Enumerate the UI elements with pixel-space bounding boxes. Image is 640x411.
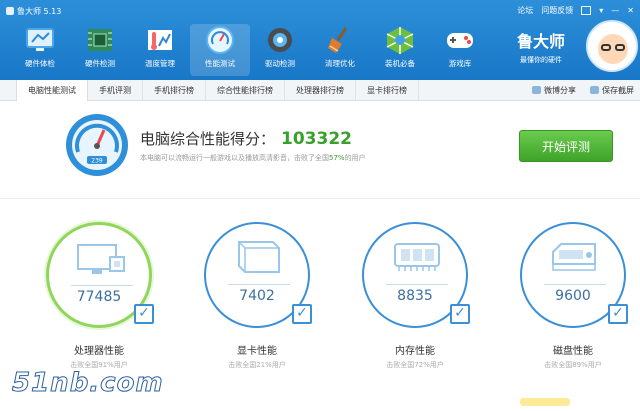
checkmark-icon: ✓	[292, 304, 312, 324]
tab-actions: 微博分享 保存截屏	[532, 80, 634, 101]
brand-slogan: 最懂你的硬件	[520, 56, 562, 64]
gamepad-icon	[447, 33, 473, 48]
window-title: 鲁大师 5.13	[6, 6, 61, 17]
hard-disk-icon	[552, 243, 596, 271]
gpu-score-rank: 击败全国21%用户	[228, 361, 286, 369]
score-desc-suffix: 的用户	[344, 154, 366, 162]
weibo-share-label: 微博分享	[544, 86, 576, 95]
nav-performance-test[interactable]: 性能测试	[190, 24, 250, 76]
window-title-text: 鲁大师 5.13	[17, 7, 62, 16]
checkmark-icon: ✓	[134, 304, 154, 324]
disk-score-value: 9600	[555, 288, 591, 304]
memory-score-card[interactable]: 8835 ✓ 内存性能 击败全国72%用户	[354, 222, 484, 402]
circuit-board-icon	[88, 29, 112, 51]
disk-score-card[interactable]: 9600 ✓ 磁盘性能 击败全国89%用户	[512, 222, 640, 402]
cpu-score-value: 77485	[76, 289, 122, 305]
checkmark-icon: ✓	[450, 304, 470, 324]
broom-icon	[328, 27, 348, 53]
weibo-share-button[interactable]: 微博分享	[532, 80, 576, 101]
nav-hardware-detect[interactable]: 硬件检测	[70, 24, 130, 76]
nav-label: 驱动检测	[265, 59, 295, 68]
tab-phone-review[interactable]: 手机评测	[88, 80, 143, 100]
thermometer-icon	[148, 30, 172, 50]
monitor-icon	[26, 28, 54, 51]
gpu-score-card[interactable]: 7402 ✓ 显卡性能 击败全国21%用户	[196, 222, 326, 402]
score-panel: 239 电脑综合性能得分： 103322 本电脑可以流畅运行一般游戏以及播放高清影…	[0, 102, 640, 198]
mascot-avatar-icon[interactable]	[586, 20, 638, 72]
performance-gauge-icon: 239	[66, 114, 128, 176]
gauge-readout: 239	[91, 158, 103, 165]
nav-cleanup[interactable]: 清理优化	[310, 24, 370, 76]
tab-gpu-ranking[interactable]: 显卡排行榜	[356, 80, 419, 100]
main-nav: 硬件体检 硬件检测 温度管理 性能测试 驱动检测 清理优化 装机必备 游戏库	[10, 24, 490, 76]
minimize-icon[interactable]: —	[611, 6, 619, 15]
nav-label: 硬件检测	[85, 59, 115, 68]
nav-label: 温度管理	[145, 59, 175, 68]
site-watermark: 51nb.com	[12, 368, 164, 399]
top-links: 论坛 问题反馈 ▾ — ✕	[517, 5, 634, 16]
score-label: 电脑综合性能得分：	[140, 130, 276, 148]
menu-icon[interactable]: ▾	[599, 6, 603, 15]
memory-score-value: 8835	[397, 288, 433, 304]
mascot-glasses-right	[615, 44, 625, 51]
package-icon	[386, 27, 414, 54]
tab-pc-performance[interactable]: 电脑性能测试	[16, 80, 88, 101]
disk-score-label: 磁盘性能	[553, 346, 593, 357]
corner-decoration	[520, 398, 570, 406]
save-screenshot-label: 保存截屏	[602, 86, 634, 95]
save-screenshot-button[interactable]: 保存截屏	[590, 80, 634, 101]
nav-temperature[interactable]: 温度管理	[130, 24, 190, 76]
close-icon[interactable]: ✕	[627, 6, 634, 15]
nav-hardware-checkup[interactable]: 硬件体检	[10, 24, 70, 76]
score-desc-prefix: 本电脑可以流畅运行一般游戏以及播放高清影音，击败了全国	[140, 154, 329, 162]
memory-module-icon	[394, 243, 440, 271]
ring-divider	[544, 284, 606, 285]
memory-score-label: 内存性能	[395, 346, 435, 357]
cpu-score-label: 处理器性能	[74, 346, 124, 357]
nav-label: 硬件体检	[25, 59, 55, 68]
cpu-monitor-icon	[77, 244, 125, 274]
nav-label: 清理优化	[325, 59, 355, 68]
ring-divider	[386, 284, 448, 285]
graphics-card-icon	[238, 241, 280, 273]
nav-label: 装机必备	[385, 59, 415, 68]
start-benchmark-button[interactable]: 开始评测	[519, 130, 613, 162]
ring-divider	[228, 284, 290, 285]
brand-name: 鲁大师	[517, 32, 566, 51]
score-desc-percent: 57%	[329, 154, 345, 162]
weibo-icon	[532, 86, 541, 94]
nav-driver-detect[interactable]: 驱动检测	[250, 24, 310, 76]
speedometer-icon	[206, 26, 234, 54]
score-description: 本电脑可以流畅运行一般游戏以及播放高清影音，击败了全国57%的用户	[140, 153, 366, 163]
gpu-score-label: 显卡性能	[237, 346, 277, 357]
memory-score-rank: 击败全国72%用户	[386, 361, 444, 369]
brand: 鲁大师 最懂你的硬件	[517, 28, 565, 65]
gear-icon	[268, 28, 292, 52]
tab-cpu-ranking[interactable]: 处理器排行榜	[285, 80, 356, 100]
tab-phone-ranking[interactable]: 手机排行榜	[143, 80, 206, 100]
nav-game-library[interactable]: 游戏库	[430, 24, 490, 76]
overall-score: 电脑综合性能得分： 103322	[140, 128, 352, 149]
title-bar: 鲁大师 5.13 论坛 问题反馈 ▾ — ✕ 硬件体检 硬件检测 温度管理 性能…	[0, 0, 640, 80]
mascot-glasses-left	[601, 44, 611, 51]
skin-icon[interactable]	[581, 6, 592, 15]
nav-label: 性能测试	[205, 59, 235, 68]
app-logo-icon	[6, 7, 14, 15]
score-value: 103322	[281, 129, 352, 149]
section-divider	[0, 198, 640, 199]
gpu-score-value: 7402	[239, 288, 275, 304]
tab-overall-ranking[interactable]: 综合性能排行榜	[206, 80, 285, 100]
nav-essentials[interactable]: 装机必备	[370, 24, 430, 76]
disk-score-rank: 击败全国89%用户	[544, 361, 602, 369]
camera-icon	[590, 86, 599, 94]
forum-link[interactable]: 论坛	[517, 5, 533, 16]
sub-tab-bar: 电脑性能测试 手机评测 手机排行榜 综合性能排行榜 处理器排行榜 显卡排行榜 微…	[0, 80, 640, 101]
nav-label: 游戏库	[448, 59, 472, 68]
ring-divider	[71, 285, 133, 286]
feedback-link[interactable]: 问题反馈	[541, 5, 573, 16]
checkmark-icon: ✓	[608, 304, 628, 324]
